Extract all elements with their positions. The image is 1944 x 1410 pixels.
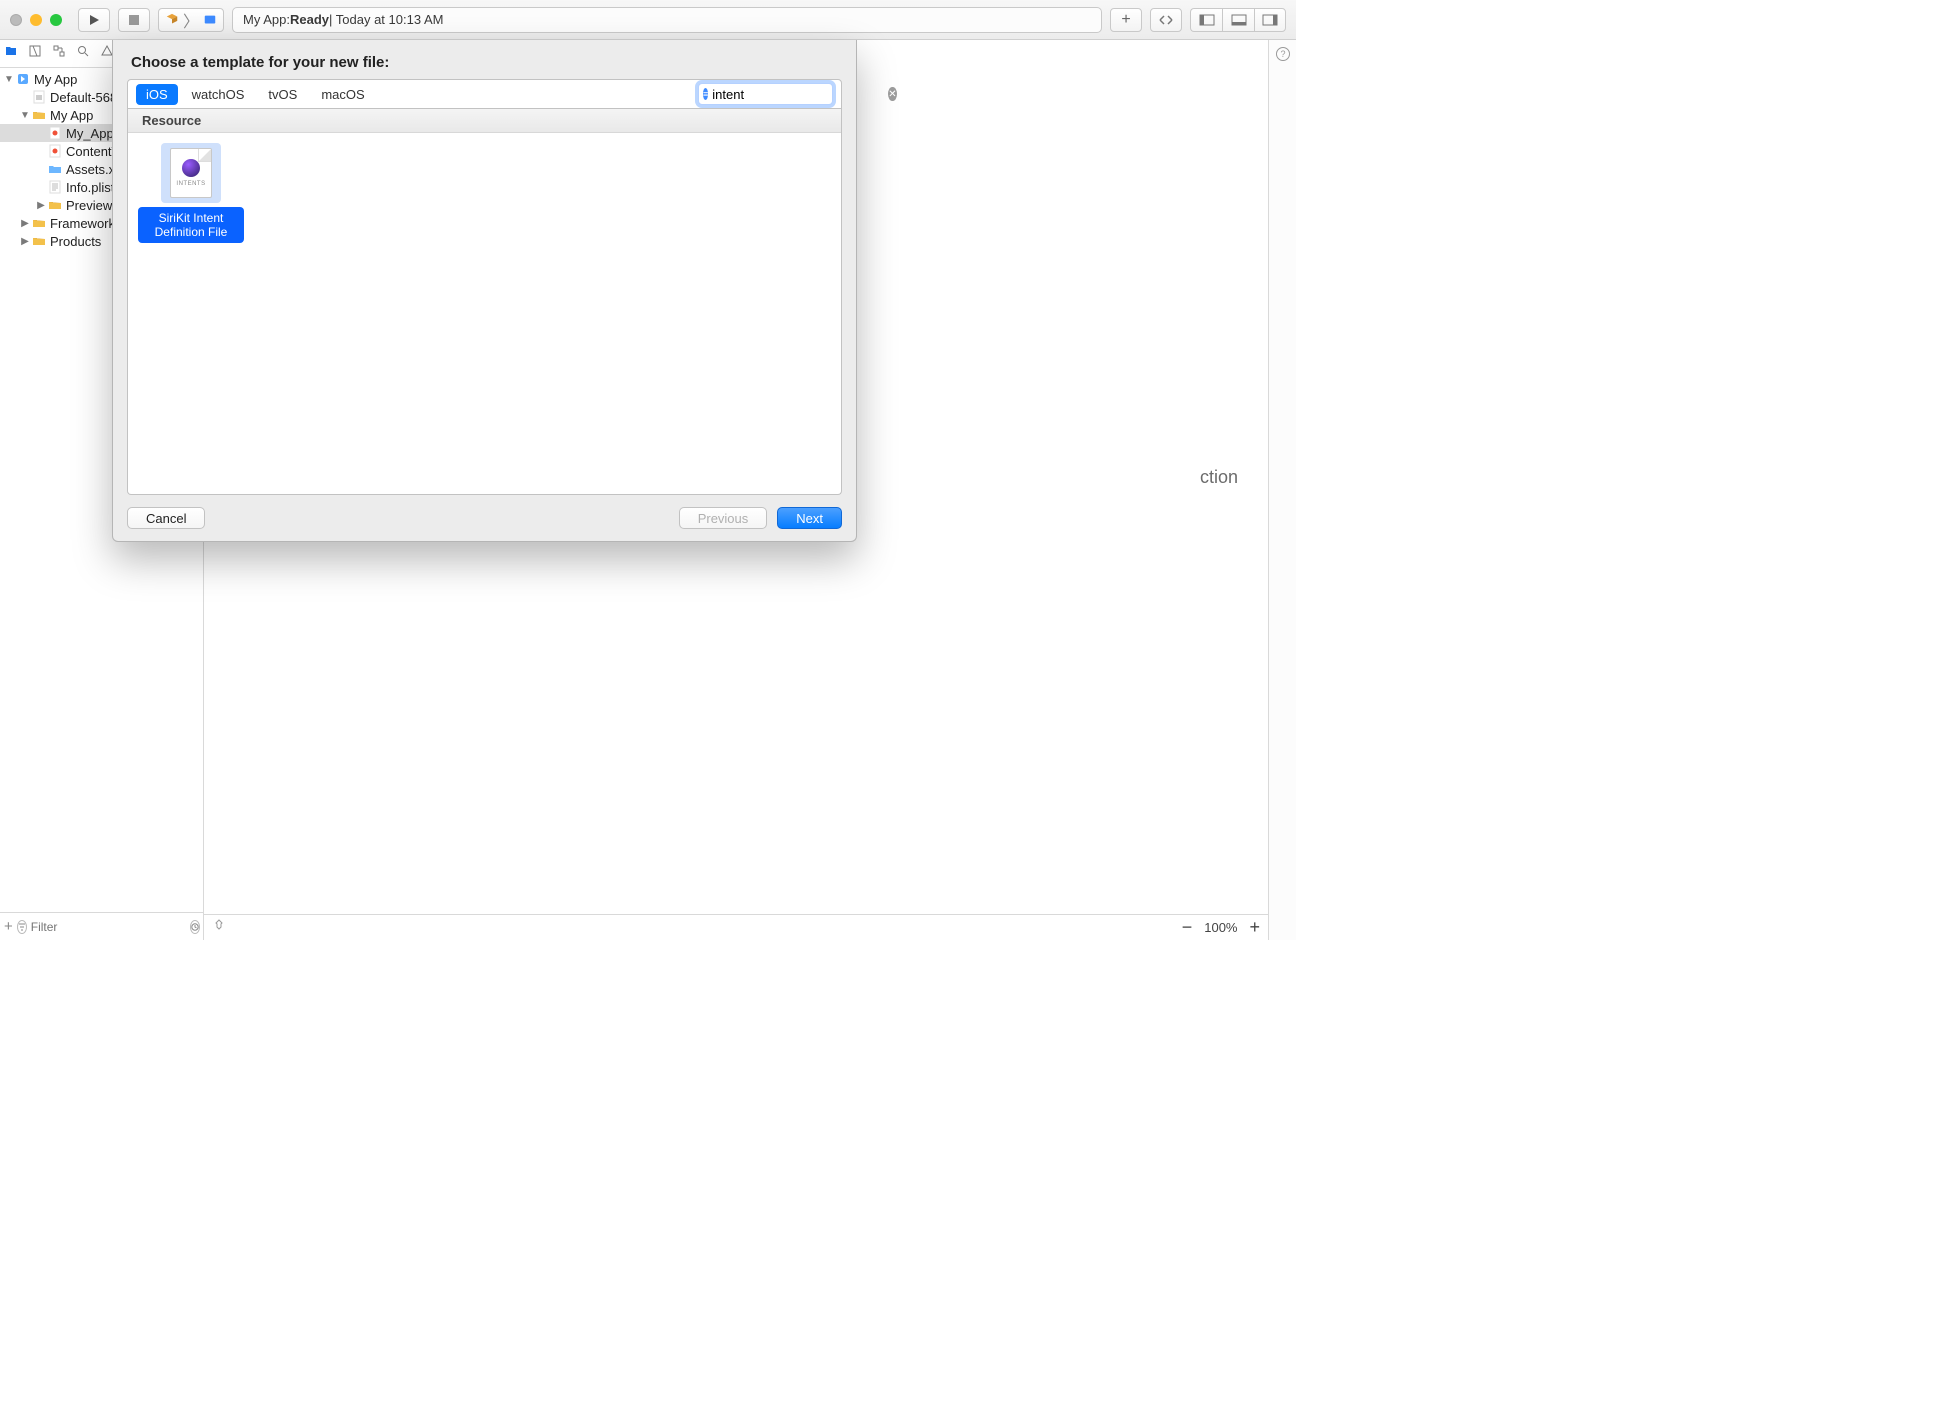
- zoom-in-button[interactable]: +: [1249, 917, 1260, 938]
- status-state: Ready: [290, 12, 329, 27]
- scheme-selector[interactable]: 〉: [158, 8, 224, 32]
- stop-button[interactable]: [118, 8, 150, 32]
- platform-tab-bar: iOSwatchOStvOSmacOS ≡ ✕: [127, 79, 842, 109]
- panel-toggle-group: [1190, 8, 1286, 32]
- main-toolbar: 〉 My App: Ready | Today at 10:13 AM +: [0, 0, 1296, 40]
- template-list: Resource INTENTS SiriKit Intent Definitio…: [127, 109, 842, 495]
- platform-tab-macos[interactable]: macOS: [311, 84, 374, 105]
- add-file-icon[interactable]: +: [4, 918, 13, 935]
- tree-item-label: My App: [50, 108, 93, 123]
- tree-item-label: Frameworks: [50, 216, 122, 231]
- tree-item-label: Products: [50, 234, 101, 249]
- filter-scope-icon[interactable]: [17, 920, 27, 934]
- template-label: SiriKit Intent Definition File: [138, 207, 244, 243]
- add-button[interactable]: +: [1110, 8, 1142, 32]
- tree-item-label: Info.plist: [66, 180, 114, 195]
- template-search-field[interactable]: ≡ ✕: [698, 83, 833, 105]
- source-control-tab[interactable]: [28, 44, 42, 63]
- platform-tab-ios[interactable]: iOS: [136, 84, 178, 105]
- sheet-footer: Cancel Previous Next: [127, 495, 842, 529]
- zoom-window-icon[interactable]: [50, 14, 62, 26]
- recent-filter-icon[interactable]: [190, 920, 200, 934]
- toggle-debug-button[interactable]: [1222, 8, 1254, 32]
- inspector-panel: ?: [1268, 40, 1296, 940]
- tree-item-label: My App: [34, 72, 77, 87]
- toggle-inspector-button[interactable]: [1254, 8, 1286, 32]
- svg-text:?: ?: [1280, 49, 1285, 59]
- tree-item-label: Default-568: [50, 90, 117, 105]
- status-prefix: My App:: [243, 12, 290, 27]
- window-controls: [10, 14, 62, 26]
- template-section-header: Resource: [128, 109, 841, 133]
- help-icon[interactable]: ?: [1275, 46, 1291, 940]
- project-nav-tab[interactable]: [4, 44, 18, 63]
- code-review-button[interactable]: [1150, 8, 1182, 32]
- cancel-button[interactable]: Cancel: [127, 507, 205, 529]
- search-filter-token-icon: ≡: [703, 88, 708, 100]
- navigator-filter-bar: +: [0, 912, 203, 940]
- find-nav-tab[interactable]: [76, 44, 90, 63]
- navigator-filter-input[interactable]: [31, 920, 186, 934]
- activity-status: My App: Ready | Today at 10:13 AM: [232, 7, 1102, 33]
- sheet-title: Choose a template for your new file:: [127, 54, 842, 71]
- siri-icon: [182, 159, 200, 177]
- template-thumb: INTENTS: [161, 143, 221, 203]
- status-suffix: | Today at 10:13 AM: [329, 12, 443, 27]
- template-search-input[interactable]: [712, 87, 888, 102]
- pin-icon[interactable]: [212, 918, 226, 937]
- previous-button[interactable]: Previous: [679, 507, 768, 529]
- minimize-window-icon[interactable]: [30, 14, 42, 26]
- symbol-nav-tab[interactable]: [52, 44, 66, 63]
- run-button[interactable]: [78, 8, 110, 32]
- toggle-navigator-button[interactable]: [1190, 8, 1222, 32]
- zoom-out-button[interactable]: −: [1182, 917, 1193, 938]
- close-window-icon[interactable]: [10, 14, 22, 26]
- platform-tab-tvos[interactable]: tvOS: [258, 84, 307, 105]
- next-button[interactable]: Next: [777, 507, 842, 529]
- template-item[interactable]: INTENTS SiriKit Intent Definition File: [138, 143, 244, 243]
- platform-tab-watchos[interactable]: watchOS: [182, 84, 255, 105]
- clear-search-icon[interactable]: ✕: [888, 87, 896, 101]
- zoom-level: 100%: [1204, 920, 1237, 935]
- new-file-sheet: Choose a template for your new file: iOS…: [112, 40, 857, 542]
- bottom-bar: − 100% +: [204, 914, 1268, 940]
